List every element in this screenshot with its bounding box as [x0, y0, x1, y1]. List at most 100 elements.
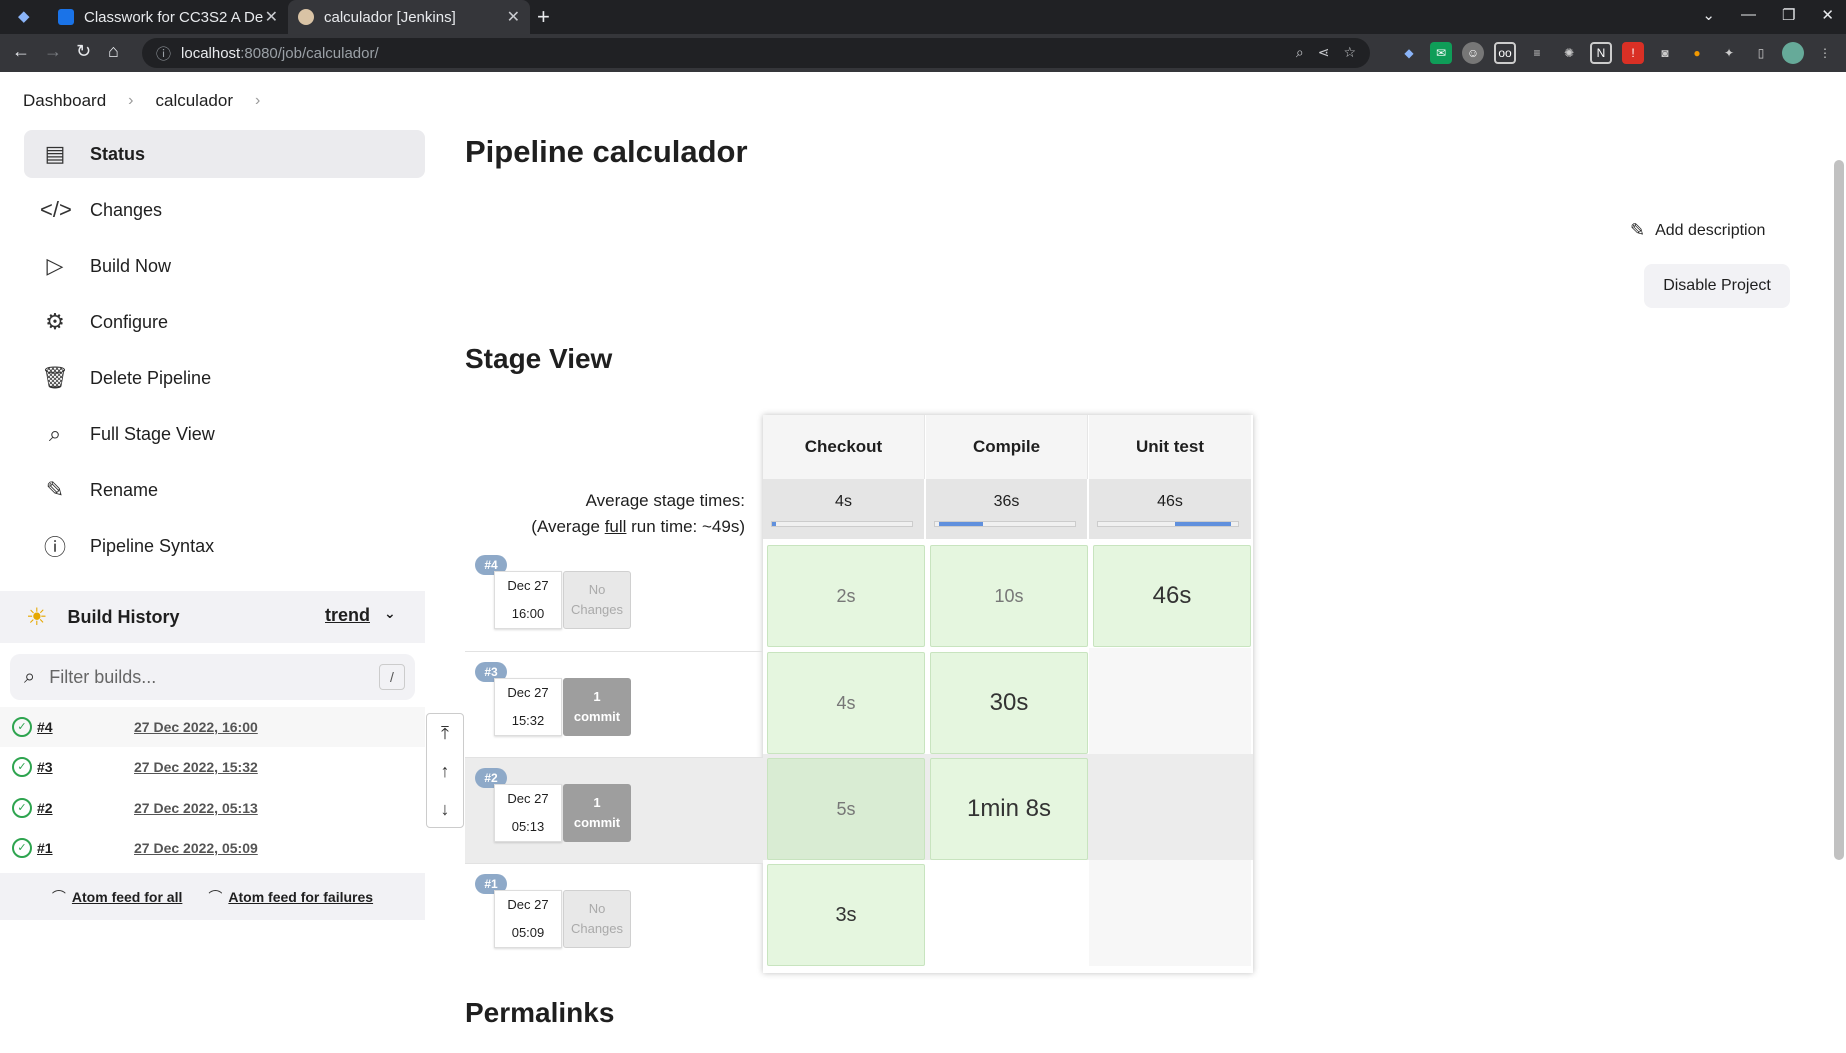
stage-average-compile: 36s	[926, 479, 1088, 539]
bookmark-star-icon[interactable]: ☆	[1343, 44, 1356, 61]
extension-icon[interactable]: ✉	[1430, 42, 1452, 64]
scroll-top-icon[interactable]: ⤒	[427, 714, 463, 752]
sidebar-item-pipeline-syntax[interactable]: ⓘ Pipeline Syntax	[24, 522, 425, 570]
build-row[interactable]: ✓ #1 27 Dec 2022, 05:09	[0, 828, 425, 868]
extension-icon[interactable]: N	[1590, 42, 1612, 64]
reload-icon[interactable]: ↻	[76, 41, 91, 62]
feed-failures[interactable]: ⌒ Atom feed for failures	[208, 887, 373, 907]
run-time: 15:32	[511, 713, 545, 728]
close-window-icon[interactable]: ✕	[1821, 6, 1834, 24]
page-scrollbar[interactable]	[1834, 160, 1844, 860]
sidebar-item-build-now[interactable]: ▷ Build Now	[24, 242, 425, 290]
tab-list-icon[interactable]: ⌄	[1702, 6, 1715, 24]
browser-tab-jenkins[interactable]: calculador [Jenkins] ✕	[288, 0, 530, 34]
back-icon[interactable]: ←	[12, 41, 30, 62]
sidebar-item-rename[interactable]: ✎ Rename	[24, 466, 425, 514]
stage-average-unit-test: 46s	[1089, 479, 1251, 539]
new-tab-icon[interactable]: +	[537, 4, 550, 30]
build-number-link[interactable]: #1	[37, 840, 53, 856]
side-panel-icon[interactable]: ▯	[1750, 42, 1772, 64]
extension-icon[interactable]: oo	[1494, 42, 1516, 64]
extension-icon[interactable]: ✺	[1558, 42, 1580, 64]
breadcrumb-calculador[interactable]: calculador	[156, 91, 234, 111]
scroll-down-icon[interactable]: ↓	[427, 790, 463, 828]
trend-link[interactable]: trend	[325, 605, 370, 626]
run-time: 05:09	[511, 925, 545, 940]
minimize-icon[interactable]: —	[1741, 6, 1756, 24]
gear-icon: ⚙	[45, 309, 65, 334]
build-date-link[interactable]: 27 Dec 2022, 15:32	[134, 759, 258, 775]
menu-icon[interactable]: ⋮	[1814, 42, 1836, 64]
commit-badge[interactable]: 1 commit	[563, 678, 631, 736]
tab-search-icon[interactable]: ◆	[18, 7, 30, 25]
zoom-icon[interactable]: ⌕	[1296, 44, 1304, 61]
avatar[interactable]	[1782, 42, 1804, 64]
sidebar-item-status[interactable]: ▤ Status	[24, 130, 425, 178]
success-icon: ✓	[12, 838, 32, 858]
run-row-1[interactable]: #1 Dec 27 05:09 No Changes	[465, 863, 763, 967]
build-number-link[interactable]: #3	[37, 759, 53, 775]
feed-all[interactable]: ⌒ Atom feed for all	[52, 887, 182, 907]
filter-builds-input[interactable]: ⌕ Filter builds... /	[10, 654, 415, 700]
disable-project-button[interactable]: Disable Project	[1644, 264, 1790, 308]
history-scroll-controls: ⤒ ↑ ↓	[426, 713, 464, 828]
info-icon[interactable]: ⓘ	[156, 43, 171, 64]
feed-failures-link[interactable]: Atom feed for failures	[228, 889, 373, 905]
forward-icon[interactable]: →	[44, 41, 62, 62]
chevron-down-icon[interactable]: ⌄	[384, 605, 396, 622]
sidebar-item-changes[interactable]: </> Changes	[24, 186, 425, 234]
avg-bar-fill	[772, 522, 776, 526]
add-description-button[interactable]: ✎ Add description	[1630, 220, 1765, 241]
close-icon[interactable]: ✕	[265, 7, 278, 27]
browser-tab-classwork[interactable]: Classwork for CC3S2 A De ✕	[48, 0, 288, 34]
avg-bar	[771, 521, 913, 527]
build-row[interactable]: ✓ #2 27 Dec 2022, 05:13	[0, 788, 425, 828]
chevron-right-icon[interactable]: ›	[255, 92, 260, 110]
sidebar-item-configure[interactable]: ⚙ Configure	[24, 298, 425, 346]
build-number-link[interactable]: #4	[37, 719, 53, 735]
build-date-link[interactable]: 27 Dec 2022, 05:09	[134, 840, 258, 856]
close-icon[interactable]: ✕	[507, 7, 520, 27]
stage-cell[interactable]: 4s	[767, 652, 925, 754]
extension-icon[interactable]: ●	[1686, 42, 1708, 64]
feed-all-link[interactable]: Atom feed for all	[72, 889, 182, 905]
stage-cell[interactable]: 30s	[930, 652, 1088, 754]
scroll-up-icon[interactable]: ↑	[427, 752, 463, 790]
full-link[interactable]: full	[605, 517, 627, 536]
url-input[interactable]: ⓘ localhost:8080/job/calculador/ ⌕ ⋖ ☆	[142, 38, 1370, 68]
puzzle-icon[interactable]: ✦	[1718, 42, 1740, 64]
build-date-link[interactable]: 27 Dec 2022, 16:00	[134, 719, 258, 735]
build-row[interactable]: ✓ #4 27 Dec 2022, 16:00	[0, 707, 425, 747]
build-number-link[interactable]: #2	[37, 800, 53, 816]
stage-cell[interactable]: 46s	[1093, 545, 1251, 647]
run-row-3[interactable]: #3 Dec 27 15:32 1 commit	[465, 651, 763, 757]
commit-badge[interactable]: 1 commit	[563, 784, 631, 842]
extension-icon[interactable]: ☺	[1462, 42, 1484, 64]
stage-cell[interactable]: 1min 8s	[930, 758, 1088, 860]
stage-cell[interactable]: 3s	[767, 864, 925, 966]
extension-icon[interactable]: ≡	[1526, 42, 1548, 64]
extension-icon[interactable]: ◆	[1398, 42, 1420, 64]
sidebar-item-full-stage-view[interactable]: ⌕ Full Stage View	[24, 410, 425, 458]
run-row-4[interactable]: #4 Dec 27 16:00 No Changes	[465, 545, 763, 651]
sidebar-item-delete-pipeline[interactable]: 🗑 Delete Pipeline	[24, 354, 425, 402]
share-icon[interactable]: ⋖	[1318, 44, 1330, 61]
extension-icon[interactable]: ◙	[1654, 42, 1676, 64]
stage-cell[interactable]: 5s	[767, 758, 925, 860]
url-host: localhost	[181, 44, 241, 62]
avg-run-prefix: (Average	[531, 517, 605, 536]
build-row[interactable]: ✓ #3 27 Dec 2022, 15:32	[0, 747, 425, 787]
build-date-link[interactable]: 27 Dec 2022, 05:13	[134, 800, 258, 816]
maximize-icon[interactable]: ❐	[1782, 6, 1795, 24]
page-title: Pipeline calculador	[465, 134, 748, 169]
extension-icon[interactable]: !	[1622, 42, 1644, 64]
shortcut-hint: /	[379, 664, 405, 690]
stage-cell[interactable]: 10s	[930, 545, 1088, 647]
run-day: Dec 27	[507, 578, 549, 593]
search-icon: ⌕	[24, 665, 36, 688]
stage-cell[interactable]: 2s	[767, 545, 925, 647]
home-icon[interactable]: ⌂	[108, 41, 119, 62]
run-date: Dec 27 15:32	[494, 678, 562, 736]
run-row-2[interactable]: #2 Dec 27 05:13 1 commit	[465, 757, 763, 863]
breadcrumb-dashboard[interactable]: Dashboard	[23, 91, 106, 111]
